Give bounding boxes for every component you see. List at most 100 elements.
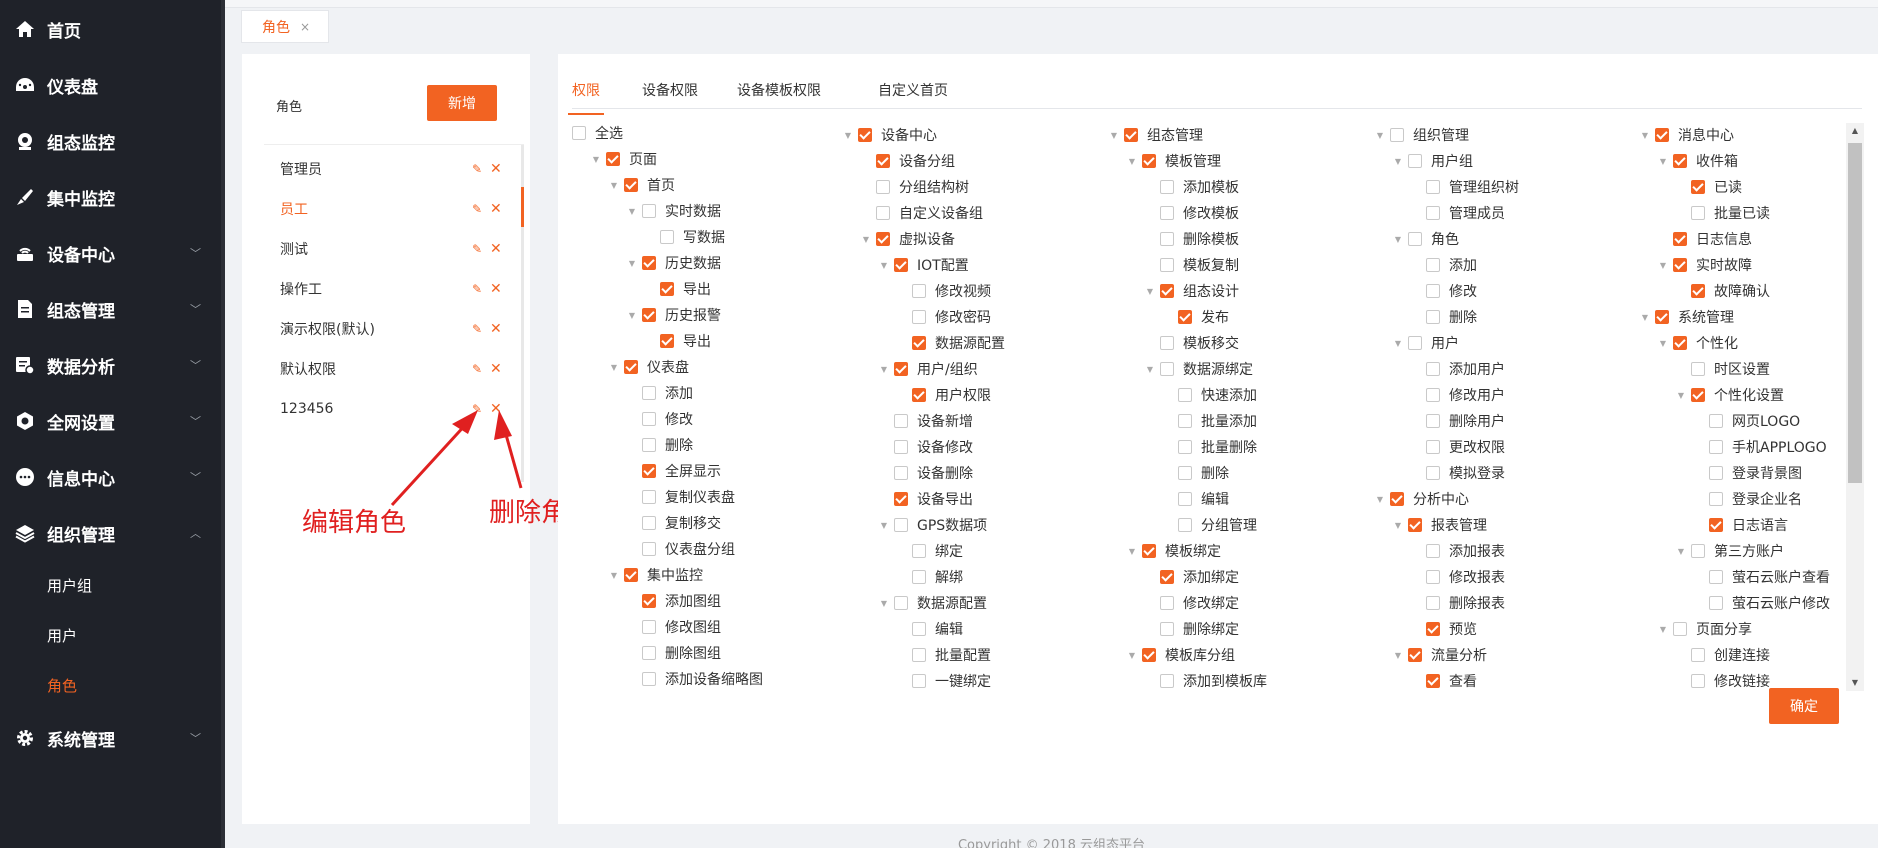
- caret-down-icon[interactable]: ▼: [1657, 625, 1669, 634]
- caret-down-icon[interactable]: ▼: [608, 363, 620, 372]
- permission-checkbox[interactable]: [1178, 388, 1192, 402]
- permission-node[interactable]: ▼创建连接: [1675, 644, 1770, 666]
- permission-checkbox[interactable]: [660, 334, 674, 348]
- permission-checkbox[interactable]: [912, 648, 926, 662]
- page-tab-role[interactable]: 角色 ×: [241, 10, 329, 43]
- caret-down-icon[interactable]: ▼: [1374, 131, 1386, 140]
- permission-node[interactable]: ▼ 设备中心: [842, 124, 937, 146]
- permission-checkbox[interactable]: [642, 542, 656, 556]
- permission-checkbox[interactable]: [1709, 518, 1723, 532]
- role-list-scroll-thumb[interactable]: [521, 187, 524, 227]
- permission-node[interactable]: ▼设备新增: [878, 410, 973, 432]
- permission-checkbox[interactable]: [912, 674, 926, 688]
- caret-down-icon[interactable]: ▼: [626, 207, 638, 216]
- caret-down-icon[interactable]: ▼: [1657, 157, 1669, 166]
- permission-node[interactable]: ▼删除报表: [1410, 592, 1505, 614]
- caret-down-icon[interactable]: ▼: [842, 131, 854, 140]
- delete-icon[interactable]: ✕: [490, 282, 502, 296]
- caret-down-icon[interactable]: ▼: [1144, 287, 1156, 296]
- permission-node[interactable]: ▼删除用户: [1410, 410, 1505, 432]
- permission-node[interactable]: ▼批量添加: [1162, 410, 1257, 432]
- confirm-button[interactable]: 确定: [1769, 688, 1839, 724]
- caret-down-icon[interactable]: ▼: [1675, 547, 1687, 556]
- permission-node[interactable]: ▼ 模板库分组: [1126, 644, 1235, 666]
- caret-down-icon[interactable]: ▼: [1392, 157, 1404, 166]
- permission-node[interactable]: ▼添加绑定: [1144, 566, 1239, 588]
- caret-down-icon[interactable]: ▼: [1126, 651, 1138, 660]
- permission-checkbox[interactable]: [642, 308, 656, 322]
- role-row[interactable]: 测试 ✎ ✕: [264, 229, 514, 269]
- delete-icon[interactable]: ✕: [490, 362, 502, 376]
- permission-checkbox[interactable]: [660, 282, 674, 296]
- permission-checkbox[interactable]: [1142, 154, 1156, 168]
- permission-node[interactable]: ▼ 仪表盘: [608, 356, 689, 378]
- permission-checkbox[interactable]: [1426, 284, 1440, 298]
- permission-checkbox[interactable]: [1691, 674, 1705, 688]
- permission-checkbox[interactable]: [894, 258, 908, 272]
- permission-checkbox[interactable]: [1160, 206, 1174, 220]
- permission-checkbox[interactable]: [894, 362, 908, 376]
- sidebar-item-8[interactable]: 全网设置 ﹀: [0, 399, 225, 443]
- permission-checkbox[interactable]: [642, 412, 656, 426]
- permission-node[interactable]: ▼编辑: [896, 618, 963, 640]
- permission-node[interactable]: ▼手机APPLOGO: [1693, 436, 1827, 458]
- sidebar-item-9[interactable]: 信息中心 ﹀: [0, 455, 225, 499]
- permission-node[interactable]: ▼ 个性化设置: [1675, 384, 1784, 406]
- permission-checkbox[interactable]: [1124, 128, 1138, 142]
- delete-icon[interactable]: ✕: [490, 162, 502, 176]
- permission-node[interactable]: ▼ 用户: [1392, 332, 1459, 354]
- permission-checkbox[interactable]: [642, 256, 656, 270]
- permission-node[interactable]: ▼删除图组: [626, 642, 721, 664]
- permission-checkbox[interactable]: [894, 596, 908, 610]
- permission-node[interactable]: ▼导出: [644, 278, 711, 300]
- caret-down-icon[interactable]: ▼: [1639, 313, 1651, 322]
- permission-node[interactable]: ▼添加图组: [626, 590, 721, 612]
- sidebar-item-system[interactable]: 系统管理 ﹀: [0, 716, 225, 760]
- permission-scroll-thumb[interactable]: [1848, 143, 1862, 483]
- permission-node[interactable]: ▼预览: [1410, 618, 1477, 640]
- permission-node[interactable]: ▼仪表盘分组: [626, 538, 735, 560]
- permission-node[interactable]: ▼ 分析中心: [1374, 488, 1469, 510]
- permission-node[interactable]: ▼ 数据源绑定: [1144, 358, 1253, 380]
- permission-node[interactable]: ▼删除: [1162, 462, 1229, 484]
- permission-node[interactable]: ▼故障确认: [1675, 280, 1770, 302]
- permission-node[interactable]: ▼ 实时故障: [1657, 254, 1752, 276]
- permission-checkbox[interactable]: [858, 128, 872, 142]
- role-row[interactable]: 演示权限(默认) ✎ ✕: [264, 309, 514, 349]
- sidebar-subitem-3[interactable]: 角色: [0, 665, 225, 705]
- permission-checkbox[interactable]: [1673, 154, 1687, 168]
- permission-node[interactable]: ▼修改模板: [1144, 202, 1239, 224]
- permission-node[interactable]: ▼日志语言: [1693, 514, 1788, 536]
- permission-node[interactable]: ▼批量已读: [1675, 202, 1770, 224]
- permission-node[interactable]: ▼复制仪表盘: [626, 486, 735, 508]
- permission-node[interactable]: ▼修改报表: [1410, 566, 1505, 588]
- permission-checkbox[interactable]: [1178, 440, 1192, 454]
- edit-icon[interactable]: ✎: [472, 323, 484, 335]
- caret-down-icon[interactable]: ▼: [1108, 131, 1120, 140]
- permission-checkbox[interactable]: [1655, 310, 1669, 324]
- edit-icon[interactable]: ✎: [472, 403, 484, 415]
- permission-node[interactable]: ▼修改密码: [896, 306, 991, 328]
- permission-checkbox[interactable]: [1709, 596, 1723, 610]
- permission-node[interactable]: ▼导出: [644, 330, 711, 352]
- caret-down-icon[interactable]: ▼: [1392, 521, 1404, 530]
- permission-node[interactable]: ▼添加: [1410, 254, 1477, 276]
- permission-node[interactable]: 全选: [572, 122, 623, 144]
- permission-checkbox[interactable]: [572, 126, 586, 140]
- permission-checkbox[interactable]: [894, 440, 908, 454]
- permission-checkbox[interactable]: [1178, 466, 1192, 480]
- permission-node[interactable]: ▼ 用户/组织: [878, 358, 978, 380]
- permission-node[interactable]: ▼发布: [1162, 306, 1229, 328]
- permission-node[interactable]: ▼添加到模板库: [1144, 670, 1267, 692]
- permission-node[interactable]: ▼ 页面分享: [1657, 618, 1752, 640]
- edit-icon[interactable]: ✎: [472, 163, 484, 175]
- permission-node[interactable]: ▼添加模板: [1144, 176, 1239, 198]
- permission-checkbox[interactable]: [876, 206, 890, 220]
- caret-down-icon[interactable]: ▼: [1657, 261, 1669, 270]
- permission-checkbox[interactable]: [1691, 206, 1705, 220]
- permission-node[interactable]: ▼ 用户组: [1392, 150, 1473, 172]
- permission-node[interactable]: ▼管理组织树: [1410, 176, 1519, 198]
- caret-down-icon[interactable]: ▼: [590, 155, 602, 164]
- permission-node[interactable]: ▼设备导出: [878, 488, 973, 510]
- permission-checkbox[interactable]: [642, 646, 656, 660]
